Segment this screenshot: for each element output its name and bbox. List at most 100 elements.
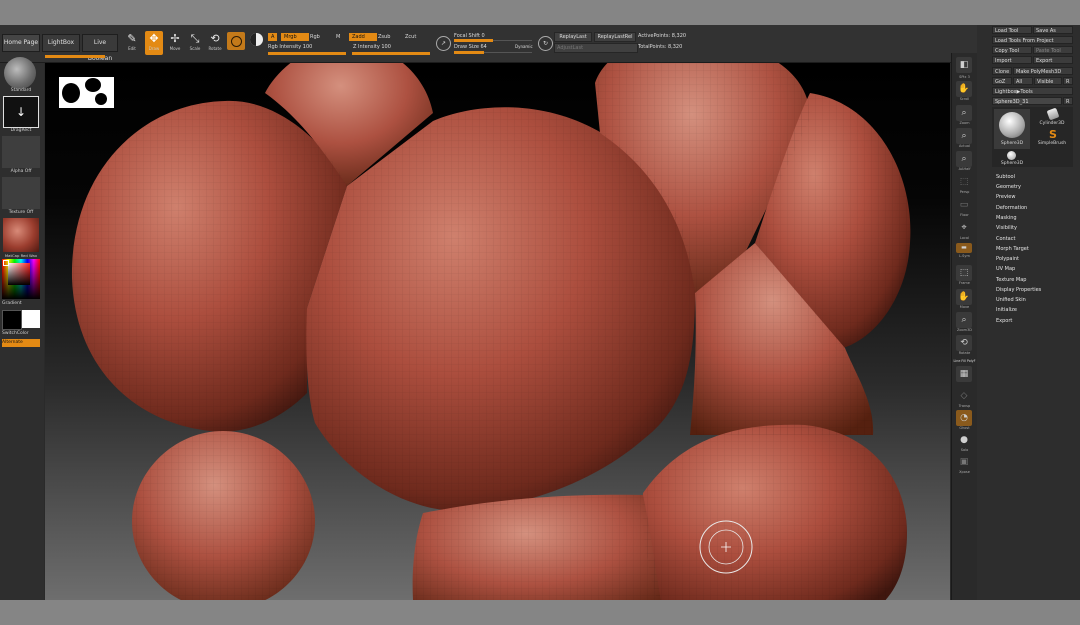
r-button[interactable]: R [1063, 77, 1073, 85]
rgb-toggle[interactable]: Rgb [310, 34, 320, 40]
focal-shift-slider[interactable] [454, 39, 532, 42]
draw-size-slider[interactable] [454, 51, 532, 54]
thumb-label: Cylinder3D [1039, 121, 1065, 126]
alternate-button[interactable]: Alternate [2, 339, 40, 347]
navigation-cube-icon[interactable] [59, 77, 114, 108]
menu-geometry[interactable]: Geometry [996, 184, 1021, 190]
zcut-toggle[interactable]: Zcut [405, 34, 416, 40]
main-color-swatch[interactable] [2, 310, 22, 330]
all-button[interactable]: All [1013, 77, 1033, 85]
document-canvas[interactable] [45, 63, 950, 600]
replay-last-button[interactable]: ReplayLast [554, 32, 592, 42]
menu-subtool[interactable]: Subtool [996, 174, 1015, 180]
persp-icon[interactable]: ⬚ [956, 174, 972, 190]
goz-button[interactable]: GoZ [992, 77, 1012, 85]
tab-home-page[interactable]: Home Page [2, 34, 40, 52]
clone-button[interactable]: Clone [992, 67, 1012, 75]
lsym-button[interactable]: ▬ [956, 243, 972, 253]
xpose-icon[interactable]: ▣ [956, 454, 972, 470]
menu-initialize[interactable]: Initialize [996, 307, 1017, 313]
local-icon[interactable]: ⌖ [956, 220, 972, 236]
tool-thumb-cylinder3d[interactable]: Cylinder3D [1034, 107, 1070, 129]
save-as-button[interactable]: Save As [1033, 26, 1073, 34]
dynamic-toggle[interactable]: Dynamic [515, 44, 533, 49]
copy-tool-button[interactable]: Copy Tool [992, 46, 1032, 54]
material-button[interactable] [3, 218, 39, 252]
rotate-view-icon[interactable]: ⟲ [956, 335, 972, 351]
menu-morph-target[interactable]: Morph Target [996, 246, 1029, 252]
menu-preview[interactable]: Preview [996, 194, 1015, 200]
aahalf-icon[interactable]: ⌕ [956, 151, 972, 167]
load-tool-button[interactable]: Load Tool [992, 26, 1032, 34]
replay-last-rel-button[interactable]: ReplayLastRel [594, 32, 636, 42]
color-picker-square[interactable] [8, 263, 30, 285]
mrgb-toggle[interactable]: Mrgb [281, 33, 309, 41]
menu-polypaint[interactable]: Polypaint [996, 256, 1019, 262]
lightbox-tools-button[interactable]: Lightbox▶Tools [992, 87, 1073, 95]
frame-label: Frame [959, 281, 970, 285]
replay-icon[interactable]: ↻ [538, 36, 553, 51]
z-intensity-slider[interactable] [352, 52, 430, 55]
menu-uv-map[interactable]: UV Map [996, 266, 1015, 272]
menu-export[interactable]: Export [996, 318, 1012, 324]
focal-adjust-icon[interactable]: ↗ [436, 36, 451, 51]
tool-thumb-sphere3d[interactable]: Sphere3D [994, 109, 1030, 149]
menu-masking[interactable]: Masking [996, 215, 1017, 221]
actual-icon[interactable]: ⌕ [956, 128, 972, 144]
solo-icon[interactable]: ● [956, 432, 972, 448]
brush-icon[interactable] [4, 57, 36, 89]
brush-thumbnail-button[interactable] [227, 32, 245, 50]
edit-button[interactable]: ✎ Edit [123, 31, 141, 55]
menu-unified-skin[interactable]: Unified Skin [996, 297, 1026, 303]
zoom-icon[interactable]: ⌕ [956, 105, 972, 121]
m-toggle[interactable]: M [336, 34, 340, 40]
material-sphere-icon[interactable] [250, 33, 263, 46]
menu-contact[interactable]: Contact [996, 236, 1015, 242]
tool-thumb-sphere3d-small[interactable]: Sphere3D [994, 151, 1030, 167]
zsub-toggle[interactable]: Zsub [378, 34, 390, 40]
polyf-icon[interactable]: ▦ [956, 366, 972, 382]
zadd-toggle[interactable]: Zadd [349, 33, 377, 41]
menu-texture-map[interactable]: Texture Map [996, 277, 1026, 283]
texture-button[interactable] [2, 177, 40, 209]
rgb-intensity-slider[interactable] [268, 52, 346, 55]
switch-color-button[interactable]: SwitchColor [2, 331, 40, 336]
secondary-color-swatch[interactable] [22, 310, 40, 328]
scale-button[interactable]: ⤡ Scale [186, 31, 204, 55]
bpr-icon[interactable]: ◧ [956, 57, 972, 73]
floor-icon[interactable]: ▭ [956, 197, 972, 213]
menu-visibility[interactable]: Visibility [996, 225, 1017, 231]
tab-live-boolean[interactable]: Live Boolean [82, 34, 118, 62]
visible-button[interactable]: Visible [1034, 77, 1062, 85]
ghost-icon[interactable]: ◔ [956, 410, 972, 426]
load-from-project-button[interactable]: Load Tools From Project [992, 36, 1073, 44]
stroke-button[interactable]: ↓ [3, 96, 39, 128]
move-view-icon[interactable]: ✋ [956, 289, 972, 305]
frame-icon[interactable]: ⬚ [956, 265, 972, 281]
make-polymesh-button[interactable]: Make PolyMesh3D [1013, 67, 1073, 75]
transp-label: Transp [958, 404, 971, 408]
scroll-icon[interactable]: ✋ [956, 81, 972, 97]
color-picker[interactable] [2, 259, 40, 299]
draw-button[interactable]: ✥ Draw [145, 31, 163, 55]
tool-r-button[interactable]: R [1063, 97, 1073, 105]
rotate-button[interactable]: ⟲ Rotate [206, 31, 224, 55]
move-button[interactable]: ✢ Move [166, 31, 184, 55]
paste-tool-button[interactable]: Paste Tool [1033, 46, 1073, 54]
menu-display-properties[interactable]: Display Properties [996, 287, 1041, 293]
alpha-button[interactable] [2, 136, 40, 168]
color-cursor [3, 260, 9, 266]
zoom3d-icon[interactable]: ⌕ [956, 312, 972, 328]
persp-label: Persp [959, 190, 970, 194]
current-tool-slider[interactable]: Sphere3D_31 [992, 97, 1062, 105]
adjust-last-slider[interactable]: AdjustLast [554, 43, 638, 53]
tool-palette: Load Tool Save As Load Tools From Projec… [977, 25, 1080, 600]
tool-thumb-simplebrush[interactable]: S SimpleBrush [1034, 129, 1070, 149]
transp-icon[interactable]: ◇ [956, 388, 972, 404]
menu-deformation[interactable]: Deformation [996, 205, 1027, 211]
export-button[interactable]: Export [1033, 56, 1073, 64]
rgb-intensity-label: Rgb Intensity 100 [268, 44, 313, 50]
import-button[interactable]: Import [992, 56, 1032, 64]
tab-lightbox[interactable]: LightBox [42, 34, 80, 52]
a-toggle[interactable]: A [268, 33, 278, 41]
